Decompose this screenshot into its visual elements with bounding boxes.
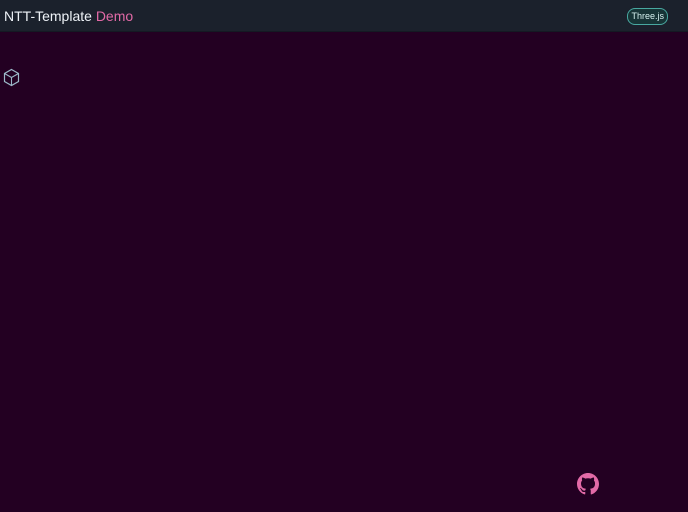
app: NTT-Template Demo Three.js (0, 0, 688, 512)
threejs-badge[interactable]: Three.js (627, 8, 668, 25)
title-main: NTT-Template (4, 8, 92, 24)
github-icon[interactable] (577, 473, 599, 495)
hexagonal-cube-icon (2, 68, 21, 87)
top-bar: NTT-Template Demo Three.js (0, 0, 688, 32)
page-title: NTT-Template Demo (4, 8, 133, 25)
title-accent: Demo (95, 8, 134, 24)
